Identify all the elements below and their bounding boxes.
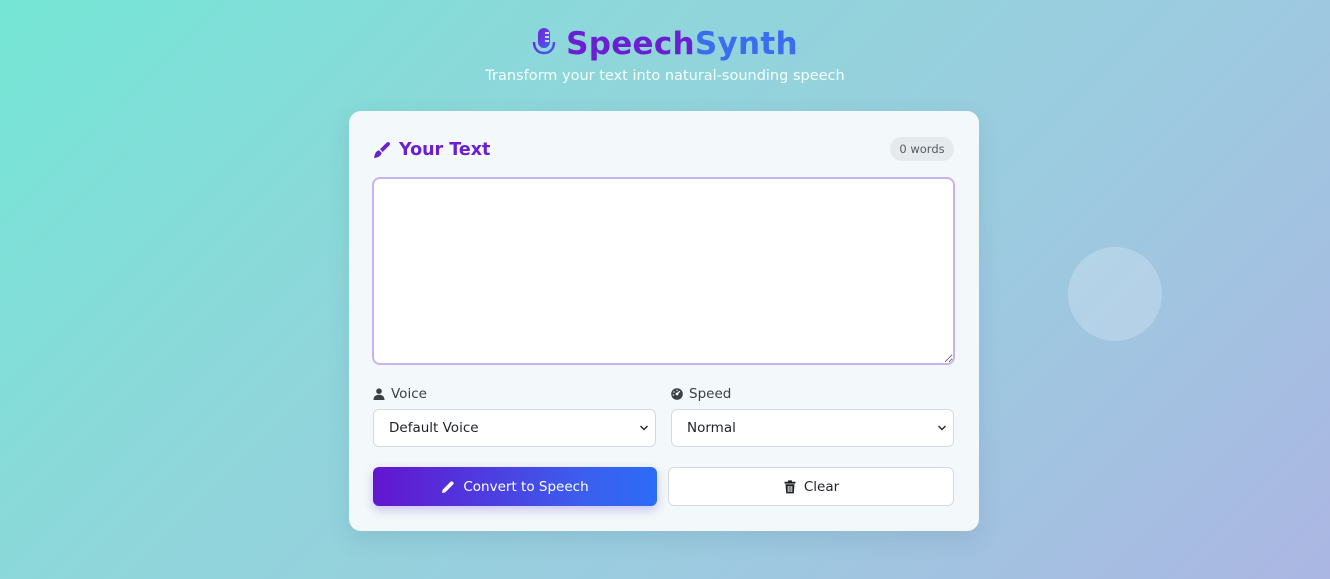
app-title-part2: Synth <box>694 26 798 62</box>
speed-select[interactable]: Normal <box>671 409 954 447</box>
clear-button[interactable]: Clear <box>668 467 954 506</box>
speed-label: Speed <box>671 386 731 402</box>
card-title: Your Text <box>373 138 490 162</box>
pencil-icon <box>442 480 455 493</box>
app-logo: SpeechSynth <box>0 24 1330 64</box>
trash-icon <box>784 479 796 493</box>
speed-select-value: Normal <box>687 420 736 436</box>
word-count-badge: 0 words <box>890 137 954 161</box>
convert-button-label: Convert to Speech <box>463 478 589 495</box>
text-input[interactable] <box>372 177 955 365</box>
voice-select-value: Default Voice <box>389 420 479 436</box>
user-icon <box>373 388 385 400</box>
pen-icon <box>374 142 390 158</box>
app-title-part1: Speech <box>566 26 695 62</box>
voice-select[interactable]: Default Voice <box>373 409 656 447</box>
text-input-card: Your Text 0 words Voice Speed Default Vo… <box>349 111 979 531</box>
chevron-down-icon <box>639 425 649 431</box>
voice-label-text: Voice <box>391 386 427 402</box>
microphone-icon <box>532 28 556 61</box>
decorative-bubble <box>1068 247 1162 341</box>
voice-label: Voice <box>373 386 427 402</box>
speed-label-text: Speed <box>689 386 732 402</box>
clear-button-label: Clear <box>803 478 840 495</box>
app-tagline: Transform your text into natural-soundin… <box>485 68 845 84</box>
speedometer-icon <box>671 388 683 400</box>
card-heading: Your Text <box>399 140 491 160</box>
app-title: SpeechSynth <box>566 24 798 64</box>
chevron-down-icon <box>937 425 947 431</box>
convert-to-speech-button[interactable]: Convert to Speech <box>373 467 657 506</box>
